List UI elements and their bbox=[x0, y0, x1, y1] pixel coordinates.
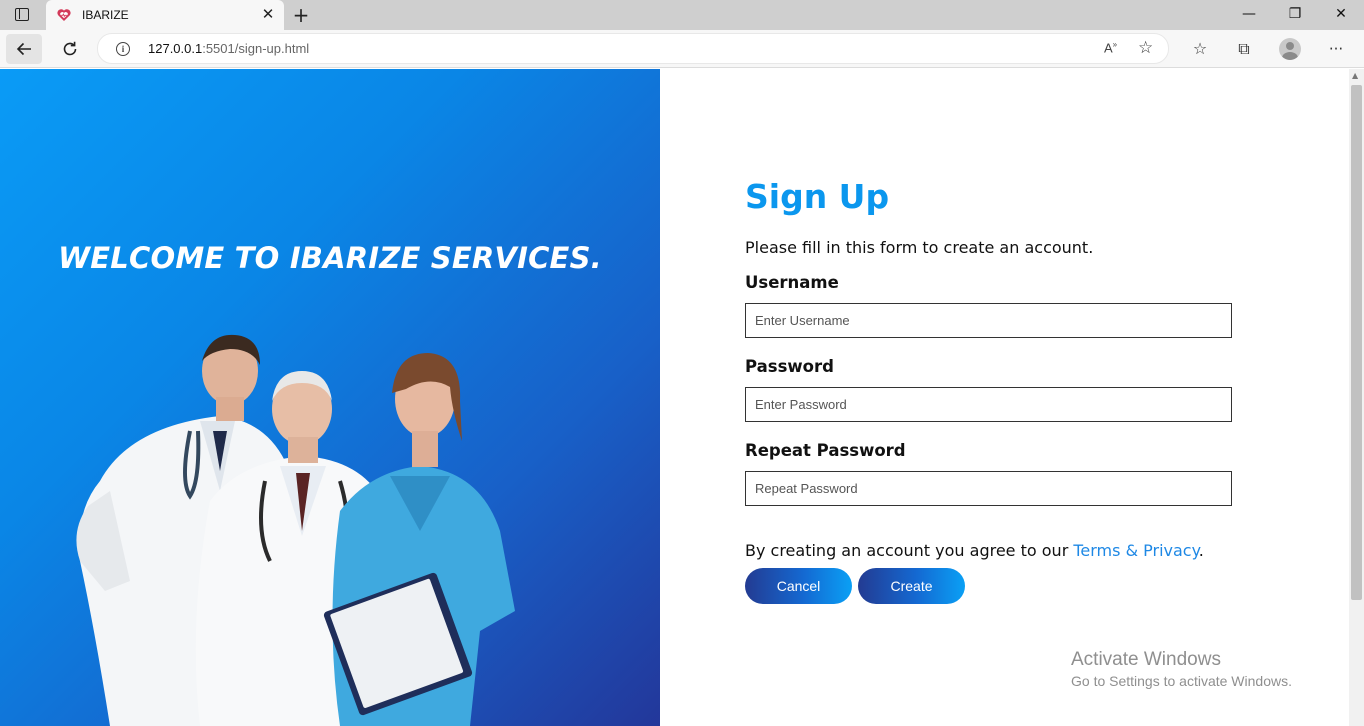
password-input[interactable] bbox=[745, 387, 1232, 422]
heart-favicon-icon bbox=[57, 9, 71, 21]
url-bar[interactable]: i 127.0.0.1:5501/sign-up.html A» ☆ bbox=[97, 33, 1169, 64]
tab-bar: IBARIZE ✕ + — ❐ ✕ bbox=[0, 0, 1364, 30]
repeat-password-label: Repeat Password bbox=[745, 441, 906, 460]
url-text[interactable]: 127.0.0.1:5501/sign-up.html bbox=[148, 41, 309, 56]
page-viewport: WELCOME TO IBARIZE SERVICES. Sign Up Ple… bbox=[0, 69, 1349, 726]
repeat-password-input[interactable] bbox=[745, 471, 1232, 506]
collections-icon[interactable]: ⧉ bbox=[1233, 38, 1255, 60]
scrollbar-thumb[interactable] bbox=[1351, 85, 1362, 600]
info-icon[interactable]: i bbox=[116, 42, 130, 56]
cancel-button[interactable]: Cancel bbox=[745, 568, 852, 604]
new-tab-button[interactable]: + bbox=[290, 4, 312, 26]
terms-agreement-text: By creating an account you agree to our … bbox=[745, 541, 1204, 560]
vertical-scrollbar[interactable]: ▲ bbox=[1349, 69, 1364, 726]
maximize-button[interactable]: ❐ bbox=[1272, 0, 1318, 30]
reload-button[interactable] bbox=[52, 34, 88, 64]
welcome-panel: WELCOME TO IBARIZE SERVICES. bbox=[0, 69, 660, 726]
tab-title: IBARIZE bbox=[82, 8, 129, 22]
terms-privacy-link[interactable]: Terms & Privacy bbox=[1073, 541, 1198, 560]
add-favorite-icon[interactable]: ☆ bbox=[1138, 38, 1153, 58]
address-toolbar: i 127.0.0.1:5501/sign-up.html A» ☆ ☆ ⧉ ·… bbox=[0, 30, 1364, 68]
favorites-icon[interactable]: ☆ bbox=[1189, 38, 1211, 60]
signup-form-panel: Sign Up Please fill in this form to crea… bbox=[660, 69, 1349, 726]
reload-icon bbox=[63, 41, 77, 56]
read-aloud-icon[interactable]: A» bbox=[1104, 40, 1117, 55]
scroll-up-icon[interactable]: ▲ bbox=[1352, 71, 1358, 80]
welcome-heading: WELCOME TO IBARIZE SERVICES. bbox=[58, 241, 602, 275]
activate-windows-watermark: Activate Windows Go to Settings to activ… bbox=[1071, 649, 1292, 689]
watermark-subtitle: Go to Settings to activate Windows. bbox=[1071, 673, 1292, 689]
doctors-illustration bbox=[76, 334, 515, 726]
username-input[interactable] bbox=[745, 303, 1232, 338]
watermark-title: Activate Windows bbox=[1071, 649, 1221, 670]
tab-actions-icon[interactable] bbox=[8, 5, 36, 25]
nurse-right-figure bbox=[323, 353, 515, 726]
username-label: Username bbox=[745, 273, 839, 292]
close-window-button[interactable]: ✕ bbox=[1318, 0, 1364, 30]
close-tab-icon[interactable]: ✕ bbox=[260, 6, 276, 22]
more-menu-icon[interactable]: ··· bbox=[1325, 38, 1347, 60]
form-subtitle: Please fill in this form to create an ac… bbox=[745, 238, 1094, 257]
arrow-left-icon bbox=[16, 42, 31, 56]
create-button[interactable]: Create bbox=[858, 568, 965, 604]
minimize-button[interactable]: — bbox=[1226, 0, 1272, 30]
profile-avatar[interactable] bbox=[1279, 38, 1301, 60]
back-button[interactable] bbox=[6, 34, 42, 64]
password-label: Password bbox=[745, 357, 834, 376]
browser-tab[interactable]: IBARIZE ✕ bbox=[46, 0, 284, 30]
page-title: Sign Up bbox=[745, 177, 890, 216]
